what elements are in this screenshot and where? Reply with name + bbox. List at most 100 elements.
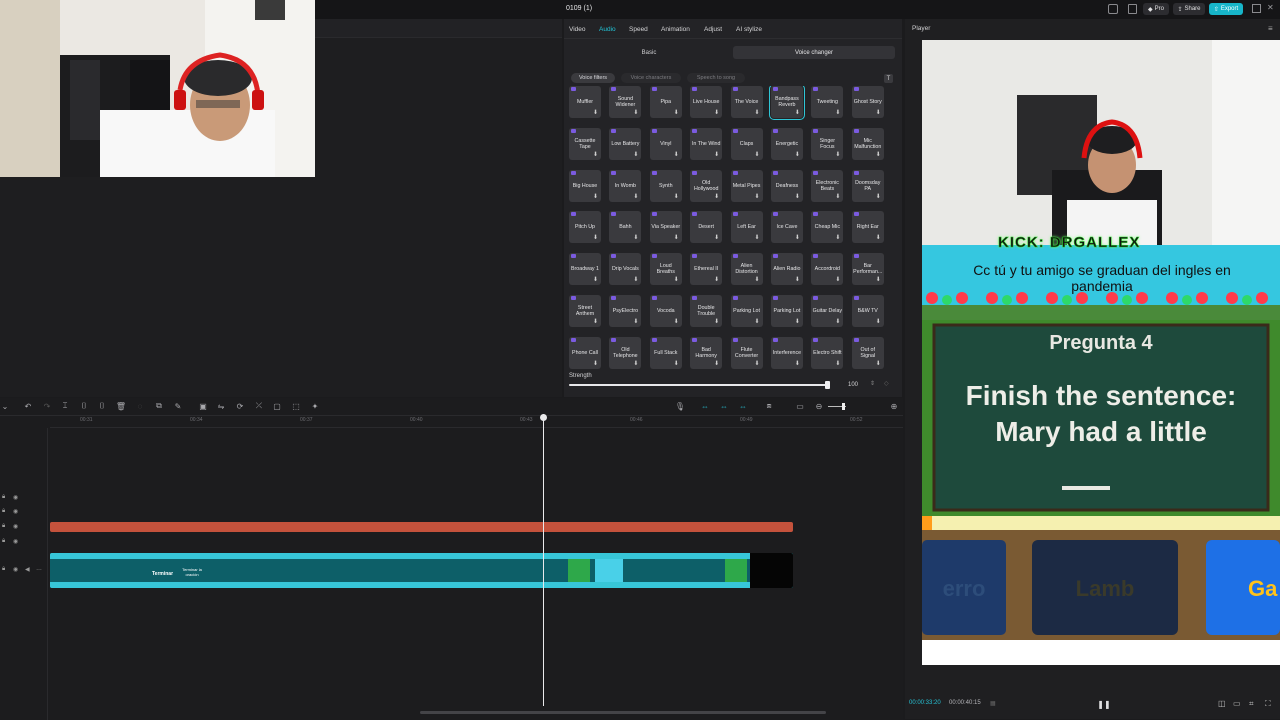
tab-audio[interactable]: Audio (599, 26, 616, 33)
delete-icon[interactable]: 🗑 (116, 401, 126, 411)
download-icon[interactable]: ⬇ (674, 194, 679, 200)
voice-effect-item[interactable]: Vocoda ⬇ (649, 294, 682, 327)
download-icon[interactable]: ⬇ (835, 319, 840, 325)
voice-effect-item[interactable]: Old Hollywood ⬇ (690, 169, 723, 202)
voice-effect-item[interactable]: Pipa ⬇ (649, 86, 682, 118)
download-icon[interactable]: ⬇ (835, 194, 840, 200)
reset-icon[interactable]: ◇ (884, 380, 889, 387)
download-icon[interactable]: ⬇ (593, 319, 598, 325)
resize-icon[interactable]: ⬚ (291, 401, 301, 411)
lock-icon[interactable]: 🔒︎ (2, 508, 5, 515)
quality-icon[interactable]: ▭ (1233, 699, 1241, 708)
filter-icon[interactable]: T (884, 74, 893, 83)
lock-icon[interactable]: 🔒︎ (2, 538, 5, 545)
zoom-slider-handle[interactable] (842, 403, 845, 410)
voice-effect-item[interactable]: Ice Cave ⬇ (770, 211, 803, 244)
voice-effect-item[interactable]: Tweeting ⬇ (811, 86, 844, 118)
download-icon[interactable]: ⬇ (714, 235, 719, 241)
voice-effect-item[interactable]: Ghost Story ⬇ (851, 86, 884, 118)
transition-icon[interactable]: ⤫ (254, 401, 264, 411)
voice-effect-item[interactable]: Energetic ⬇ (770, 127, 803, 160)
download-icon[interactable]: ⬇ (795, 319, 800, 325)
ratio-icon[interactable]: ◫ (1218, 699, 1226, 708)
zoom-in-icon[interactable]: ⊕ (889, 401, 899, 411)
voice-effect-item[interactable]: Via Speaker ⬇ (649, 211, 682, 244)
download-icon[interactable]: ⬇ (876, 361, 881, 367)
undo-icon[interactable]: ↶ (23, 401, 33, 411)
strength-value-input[interactable]: 100 (840, 379, 866, 390)
download-icon[interactable]: ⬇ (835, 110, 840, 116)
download-icon[interactable]: ⬇ (876, 319, 881, 325)
voice-effect-item[interactable]: Parking Lot ⬇ (770, 294, 803, 327)
voice-effect-item[interactable]: Cheap Mic ⬇ (811, 211, 844, 244)
split-right-icon[interactable]: ⌷ (97, 401, 107, 411)
voice-effect-item[interactable]: Loud Breaths ⬇ (649, 253, 682, 286)
pill-voice-characters[interactable]: Voice characters (621, 73, 681, 83)
voice-effect-item[interactable]: Street Anthem ⬇ (569, 294, 601, 327)
eye-icon[interactable]: ◉ (13, 523, 18, 530)
rotate-icon[interactable]: ⟳ (235, 401, 245, 411)
download-icon[interactable]: ⬇ (674, 361, 679, 367)
download-icon[interactable]: ⬇ (795, 277, 800, 283)
voice-effect-item[interactable]: Old Telephone ⬇ (609, 336, 642, 369)
eye-icon[interactable]: ◉ (13, 494, 18, 501)
menu-icon[interactable]: ≡ (1268, 24, 1273, 33)
voice-effect-item[interactable]: Full Stack ⬇ (649, 336, 682, 369)
voice-effect-item[interactable]: Claps ⬇ (730, 127, 763, 160)
download-icon[interactable]: ⬇ (714, 319, 719, 325)
download-icon[interactable]: ⬇ (795, 361, 800, 367)
voice-effect-item[interactable]: In The Wind ⬇ (690, 127, 723, 160)
layout-icon[interactable] (1108, 4, 1118, 14)
download-icon[interactable]: ⬇ (876, 277, 881, 283)
download-icon[interactable]: ⬇ (714, 277, 719, 283)
voice-effect-item[interactable]: Sound Widener ⬇ (609, 86, 642, 118)
download-icon[interactable]: ⬇ (876, 194, 881, 200)
download-icon[interactable]: ⬇ (674, 319, 679, 325)
eye-icon[interactable]: ◉ (13, 566, 18, 573)
crop-tool-icon[interactable]: ⧉ (154, 401, 164, 411)
eye-icon[interactable]: ◉ (13, 508, 18, 515)
shortcuts-icon[interactable] (1128, 4, 1137, 14)
voice-effect-item[interactable]: Mic Malfunction ⬇ (851, 127, 884, 160)
zoom-out-icon[interactable]: ⊖ (814, 401, 824, 411)
download-icon[interactable]: ⬇ (714, 152, 719, 158)
pill-voice-filters[interactable]: Voice filters (571, 73, 615, 83)
voice-effect-item[interactable]: Big House ⬇ (569, 169, 601, 202)
download-icon[interactable]: ⬇ (755, 277, 760, 283)
download-icon[interactable]: ⬇ (795, 194, 800, 200)
shield-icon[interactable]: ◌ (135, 401, 145, 411)
download-icon[interactable]: ⬇ (835, 361, 840, 367)
download-icon[interactable]: ⬇ (795, 152, 800, 158)
download-icon[interactable]: ⬇ (755, 152, 760, 158)
audio-clip[interactable] (50, 522, 793, 532)
tab-animation[interactable]: Animation (661, 26, 690, 33)
freeze-icon[interactable]: ▣ (198, 401, 208, 411)
share-button[interactable]: ⇪ Share (1173, 3, 1205, 15)
timeline-ruler[interactable] (50, 416, 903, 428)
download-icon[interactable]: ⬇ (755, 110, 760, 116)
voice-effect-item[interactable]: Desert ⬇ (690, 211, 723, 244)
preview-axis-icon[interactable]: ⧈ (764, 401, 774, 411)
download-icon[interactable]: ⬇ (674, 152, 679, 158)
download-icon[interactable]: ⬇ (876, 110, 881, 116)
voice-effect-item[interactable]: Phone Call ⬇ (569, 336, 601, 369)
download-icon[interactable]: ⬇ (593, 361, 598, 367)
fullscreen-icon[interactable]: ⛶ (1265, 699, 1271, 709)
audio-icon[interactable]: ◀ (25, 566, 30, 573)
voice-effect-item[interactable]: Metal Pipes ⬇ (730, 169, 763, 202)
voice-effect-item[interactable]: Low Battery ⬇ (609, 127, 642, 160)
voice-effect-item[interactable]: Bad Harmony ⬇ (690, 336, 723, 369)
split-left-icon[interactable]: ⌷ (79, 401, 89, 411)
voice-effect-item[interactable]: Ethereal II ⬇ (690, 253, 723, 286)
tab-speed[interactable]: Speed (629, 26, 648, 33)
voice-effect-item[interactable]: In Womb ⬇ (609, 169, 642, 202)
split-icon[interactable]: ⌶ (60, 401, 70, 411)
pill-speech-to-song[interactable]: Speech to song (687, 73, 745, 83)
download-icon[interactable]: ⬇ (593, 277, 598, 283)
redo-icon[interactable]: ↷ (42, 401, 52, 411)
download-icon[interactable]: ⬇ (593, 152, 598, 158)
voice-effect-item[interactable]: Double Trouble ⬇ (690, 294, 723, 327)
download-icon[interactable]: ⬇ (633, 277, 638, 283)
magnet-icon[interactable]: ⇔ (719, 401, 729, 411)
voice-effect-item[interactable]: Deafness ⬇ (770, 169, 803, 202)
